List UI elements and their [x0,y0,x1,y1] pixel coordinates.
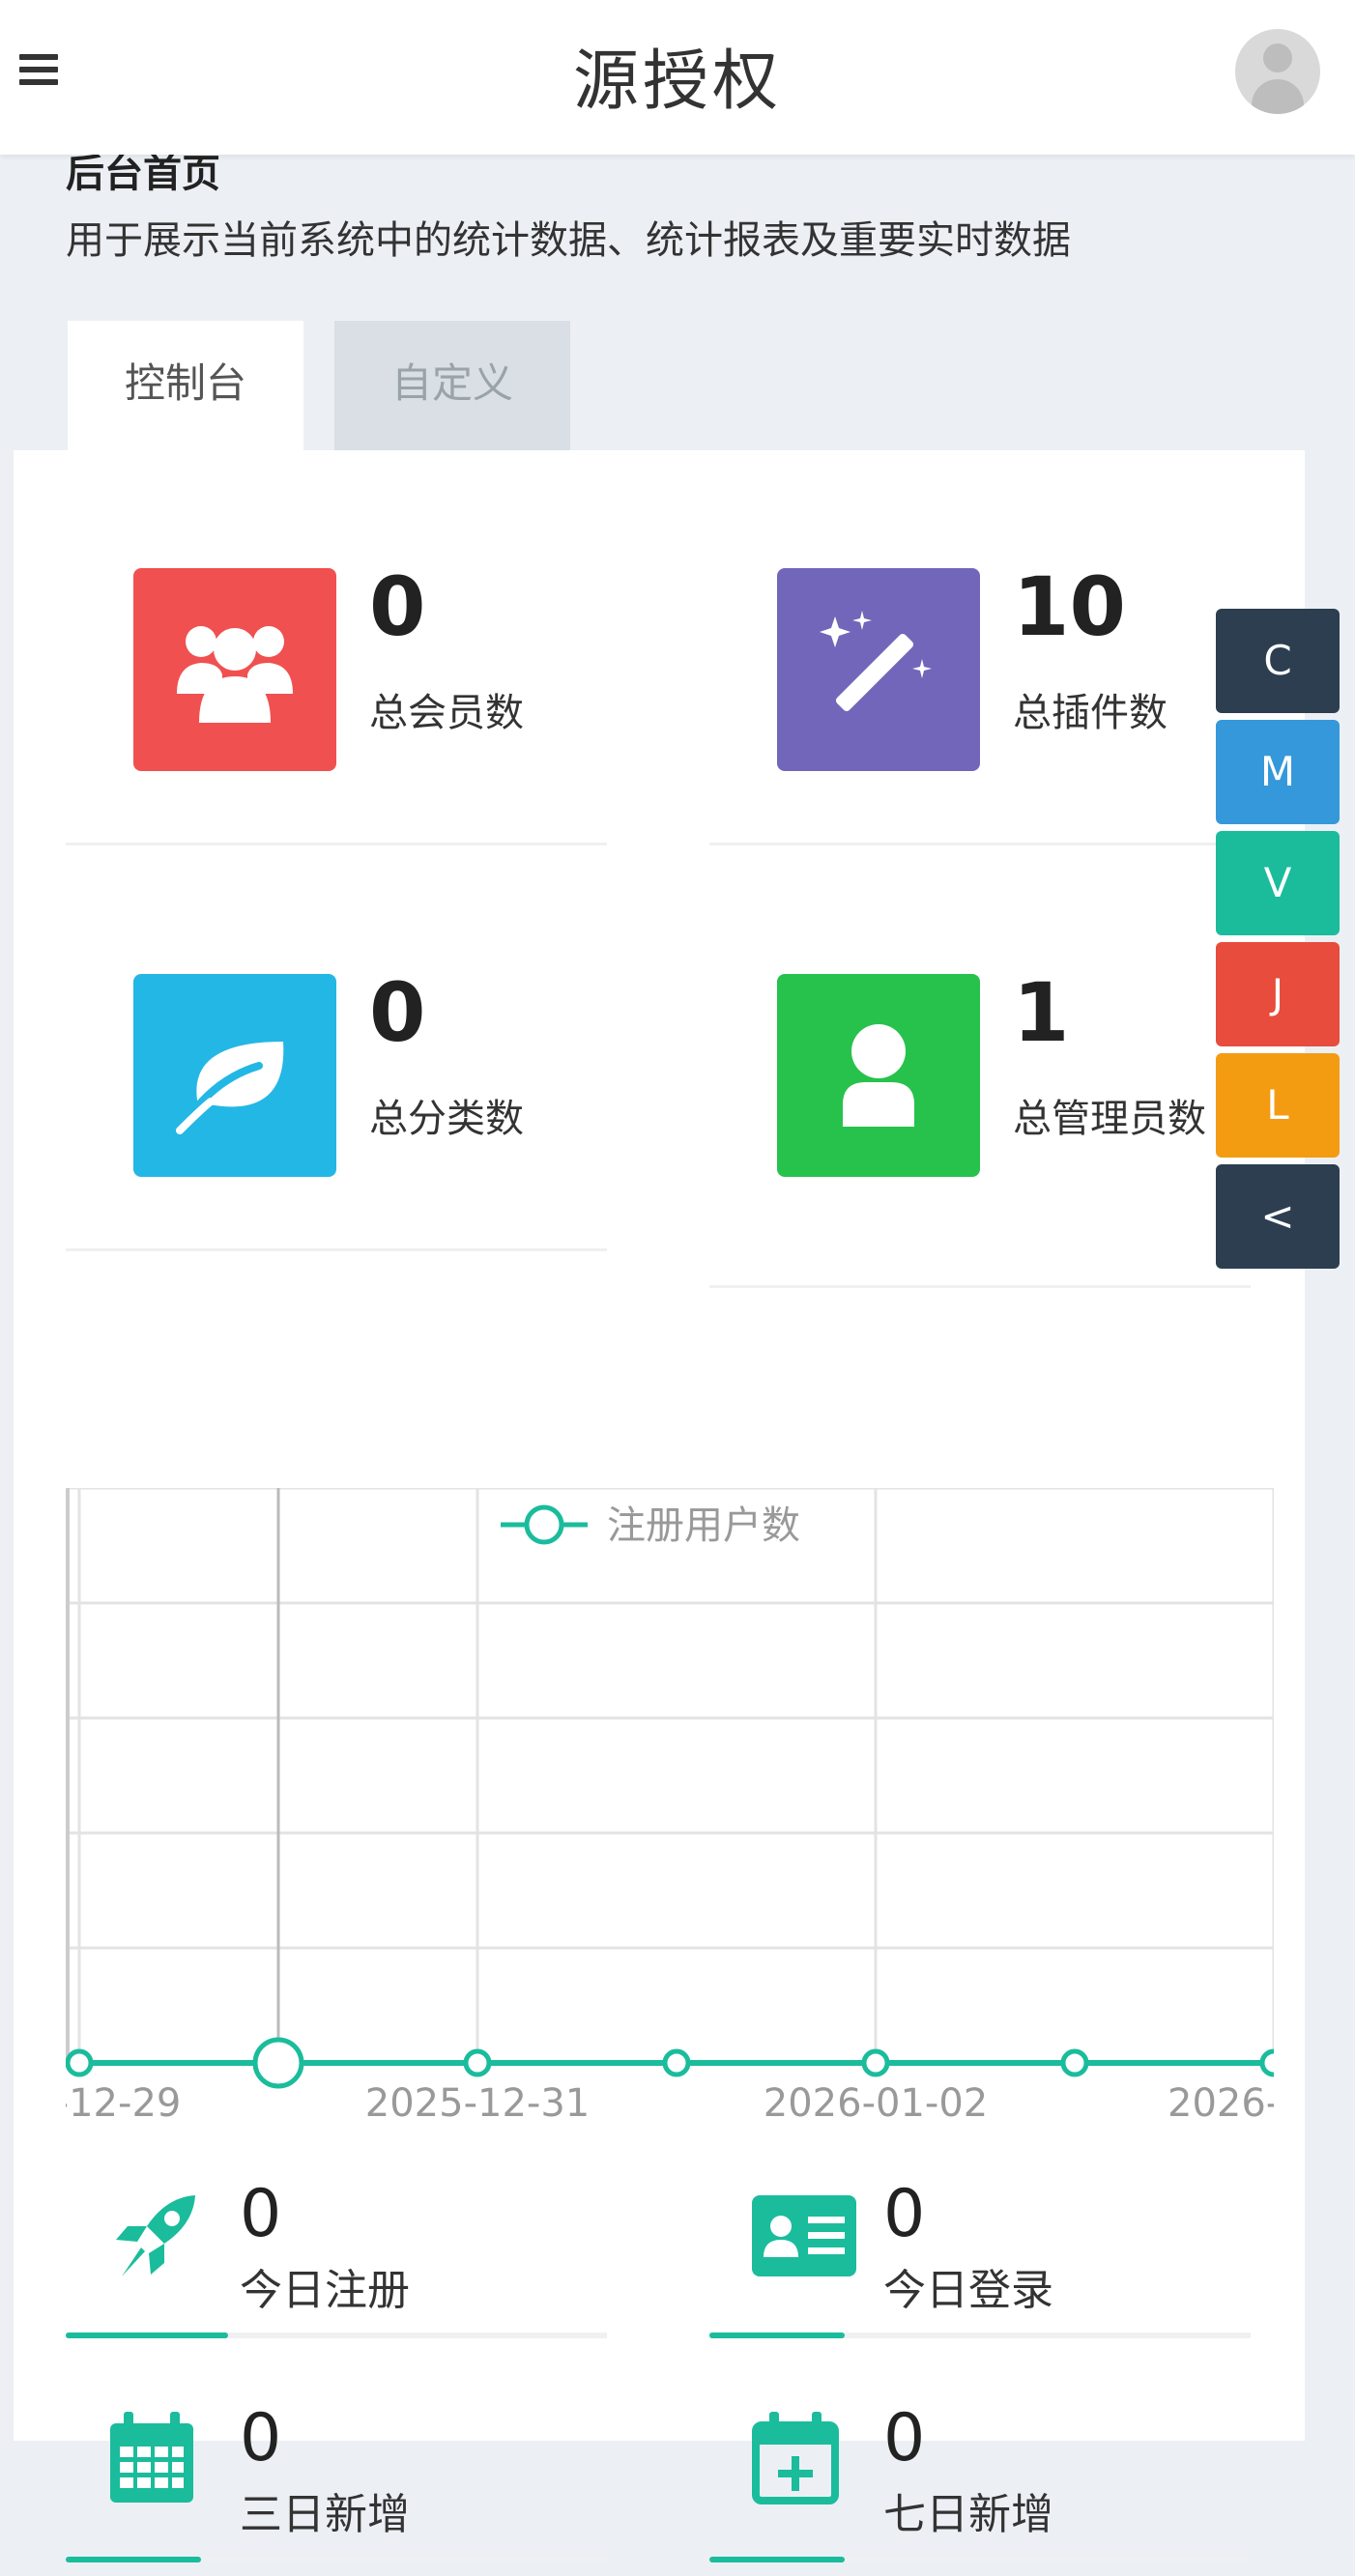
stat-value: 10 [1013,559,1126,654]
data-point [463,2048,492,2077]
progress-fill [709,2333,845,2338]
page-title: 后台首页 [66,152,220,196]
registered-users-chart: -12-29 2025-12-31 2026-01-02 2026-0 注册用户数 [55,1486,1305,2126]
app-title: 源授权 [572,43,782,120]
rocket-icon [116,2195,195,2276]
data-point [252,2037,304,2089]
theme-button-m[interactable]: M [1216,720,1340,824]
theme-switcher: C M V J L < [1216,609,1340,1275]
stat-icon-box [777,974,980,1177]
mini-stat-label: 三日新增 [240,2490,410,2539]
stat-card-admins: 1 总管理员数 [709,856,1251,1288]
stat-card-plugins: 10 总插件数 [709,450,1251,845]
legend-label: 注册用户数 [607,1503,800,1548]
chart-svg: -12-29 2025-12-31 2026-01-02 2026-0 注册用户数 [55,1486,1305,2126]
calendar-icon [110,2412,193,2503]
data-point [861,2048,890,2077]
theme-button-l[interactable]: L [1216,1053,1340,1158]
legend-marker [524,1504,564,1545]
stat-icon-box [777,568,980,771]
mini-stat-label: 今日登录 [883,2266,1053,2315]
mini-stat-value: 0 [883,2400,926,2476]
mini-stat-label: 七日新增 [883,2490,1053,2539]
stat-value: 0 [369,559,426,654]
progress-fill [66,2557,201,2562]
theme-button-v[interactable]: V [1216,831,1340,935]
mini-stat-seven-day: 0 七日新增 [709,2363,1251,2576]
stat-value: 0 [369,965,426,1060]
mini-stat-today-login: 0 今日登录 [709,2139,1251,2352]
theme-button-c[interactable]: C [1216,609,1340,713]
user-icon [843,1024,914,1127]
progress-fill [66,2333,228,2338]
users-icon [177,626,293,723]
stat-label: 总分类数 [369,1097,524,1141]
stat-icon-box [133,974,336,1177]
data-point [1060,2048,1089,2077]
data-point [65,2048,94,2077]
progress-track [66,2333,607,2338]
data-point [1259,2048,1288,2077]
mini-stat-value: 0 [240,2400,282,2476]
stat-label: 总会员数 [369,691,524,735]
magic-wand-icon [820,611,932,712]
page-description: 用于展示当前系统中的统计数据、统计报表及重要实时数据 [66,218,1071,263]
id-card-icon [752,2195,856,2276]
tab-custom[interactable]: 自定义 [334,321,570,450]
theme-button-j[interactable]: J [1216,942,1340,1046]
x-tick-label: 2026-01-02 [764,2081,988,2126]
mini-stat-value: 0 [883,2176,926,2252]
progress-track [66,2557,607,2562]
x-tick-label: 2026-0 [1168,2081,1274,2126]
stat-card-members: 0 总会员数 [66,450,607,845]
user-avatar[interactable] [1235,29,1320,114]
collapse-button[interactable]: < [1216,1164,1340,1269]
calendar-plus-icon [752,2412,839,2504]
top-navbar: 源授权 [0,0,1355,155]
leaf-icon [176,1042,284,1134]
x-tick-label: 2025-12-31 [365,2081,590,2126]
progress-track [709,2333,1251,2338]
progress-fill [709,2557,845,2562]
progress-track [709,2557,1251,2562]
x-tick-label: -12-29 [66,2081,181,2126]
stat-card-categories: 0 总分类数 [66,856,607,1251]
mini-stat-label: 今日注册 [240,2266,410,2315]
data-point [662,2048,691,2077]
stat-label: 总插件数 [1013,691,1168,735]
mini-stat-today-register: 0 今日注册 [66,2139,607,2352]
dashboard-panel: 0 总会员数 10 总插件数 0 总分类数 1 总管理员数 -12-29 202… [14,450,1305,2562]
mini-stat-three-day: 0 三日新增 [66,2363,607,2576]
main-content: 后台首页 用于展示当前系统中的统计数据、统计报表及重要实时数据 控制台 自定义 … [14,152,1305,2562]
mini-stat-value: 0 [240,2176,282,2252]
stat-value: 1 [1013,965,1070,1060]
tab-console[interactable]: 控制台 [68,321,303,450]
stat-icon-box [133,568,336,771]
stat-label: 总管理员数 [1013,1097,1206,1141]
